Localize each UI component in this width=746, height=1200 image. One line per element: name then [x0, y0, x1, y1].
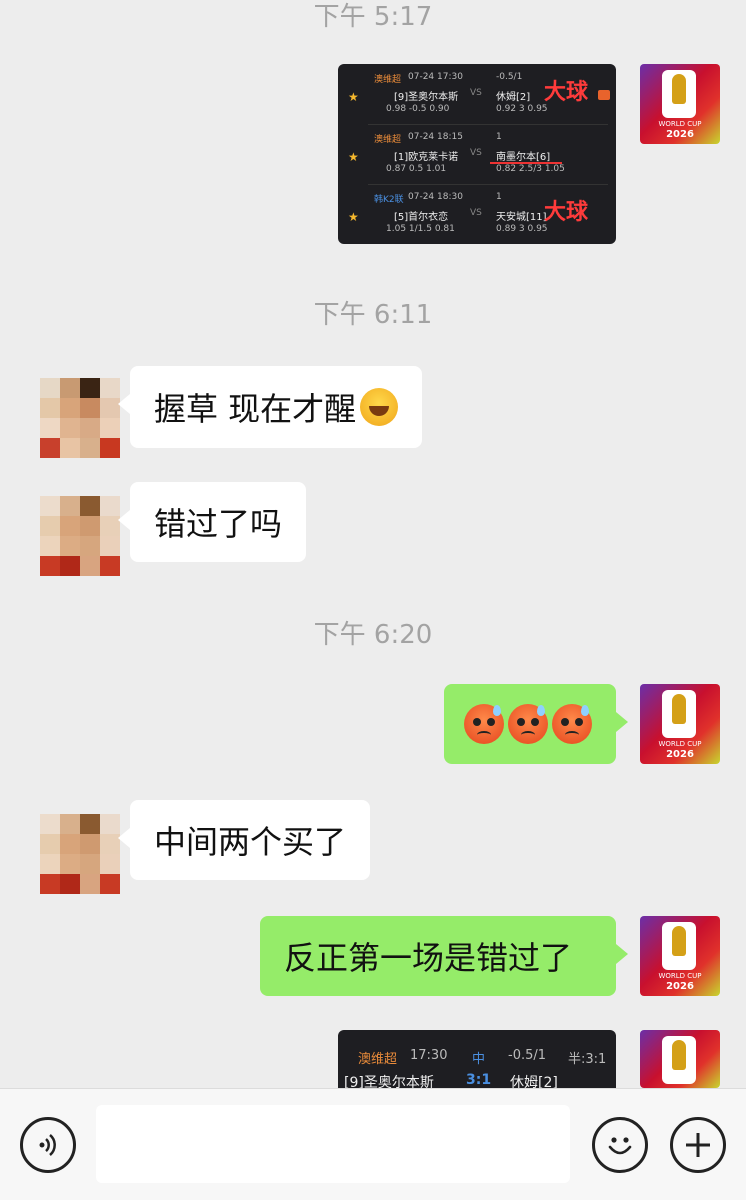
- message-bubble[interactable]: 反正第一场是错过了: [260, 916, 628, 996]
- my-avatar[interactable]: FIFA WORLD CUP 2026: [640, 64, 720, 144]
- odds-home: 1.05 1/1.5 0.81: [386, 224, 455, 234]
- sweat-emoji-icon: [508, 704, 548, 744]
- star-icon: ★: [348, 210, 359, 224]
- league-label: 韩K2联: [374, 195, 404, 205]
- my-avatar[interactable]: FIFA: [640, 1030, 720, 1088]
- league-label: 澳维超: [374, 75, 402, 85]
- voice-icon: [39, 1134, 56, 1156]
- league-label: 澳维超: [374, 135, 402, 145]
- away-team: 南墨尔本[6]: [496, 152, 551, 163]
- message-bubble[interactable]: 握草 现在才醒: [117, 366, 423, 448]
- match-score: 3:1: [466, 1072, 492, 1088]
- trophy-icon: [672, 74, 686, 104]
- over-mark: 大球: [544, 80, 589, 105]
- match-time: 17:30: [410, 1048, 448, 1063]
- timestamp: 下午 6:20: [313, 620, 433, 650]
- contact-avatar[interactable]: [40, 378, 120, 458]
- my-avatar[interactable]: FIFA WORLD CUP 2026: [640, 684, 720, 764]
- away-team: 休姆[2]: [496, 92, 531, 103]
- odds-away: 0.89 3 0.95: [496, 224, 548, 234]
- trophy-icon: [672, 926, 686, 956]
- message-text: 中间两个买了: [154, 823, 347, 861]
- vs-label: VS: [470, 208, 482, 218]
- avatar-brand: FIFA: [670, 108, 690, 117]
- match-time: 07-24 18:30: [408, 192, 463, 202]
- more-button[interactable]: [670, 1117, 726, 1173]
- odds-screenshot-card[interactable]: ★ 澳维超 07-24 17:30 [9]圣奥尔本斯 VS -0.5/1 休姆[…: [338, 64, 616, 244]
- avatar-brand: FIFA: [670, 960, 690, 969]
- message-bubble[interactable]: [444, 684, 628, 764]
- away-team: 天安城[11]: [496, 212, 547, 223]
- timestamp: 下午 6:11: [313, 300, 433, 330]
- avatar-year: 2026: [666, 749, 694, 760]
- league-label: 澳维超: [358, 1052, 398, 1067]
- divider: [368, 184, 608, 185]
- home-team: [1]欧克莱卡诺: [394, 152, 459, 163]
- plus-icon: [686, 1133, 710, 1157]
- contact-avatar[interactable]: [40, 496, 120, 576]
- vs-label: VS: [470, 88, 482, 98]
- message-bubble[interactable]: 错过了吗: [117, 482, 307, 562]
- laughing-crying-emoji-icon: [360, 388, 399, 426]
- avatar-caption: WORLD CUP: [658, 120, 702, 128]
- avatar-caption: WORLD CUP: [658, 972, 702, 980]
- vs-label: VS: [470, 148, 482, 158]
- timestamp: 下午 5:17: [313, 2, 433, 32]
- match-status: 中: [472, 1052, 486, 1067]
- input-bar: [0, 1088, 746, 1200]
- star-icon: ★: [348, 150, 359, 164]
- odds-home: 0.98 -0.5 0.90: [386, 104, 450, 114]
- match-row: ★ 澳维超 07-24 18:15 [1]欧克莱卡诺 VS 1 南墨尔本[6] …: [338, 126, 616, 184]
- trophy-icon: [672, 1040, 686, 1070]
- odds-home: 0.87 0.5 1.01: [386, 164, 447, 174]
- message-text: 反正第一场是错过了: [284, 939, 573, 977]
- contact-avatar[interactable]: [40, 814, 120, 894]
- tag-icon: [598, 90, 610, 100]
- odds-away: 0.92 3 0.95: [496, 104, 548, 114]
- my-avatar[interactable]: FIFA WORLD CUP 2026: [640, 916, 720, 996]
- trophy-icon: [672, 694, 686, 724]
- match-time: 07-24 18:15: [408, 132, 463, 142]
- half-score: 半:3:1: [568, 1052, 607, 1067]
- divider: [368, 124, 608, 125]
- smiley-icon: [608, 1137, 632, 1155]
- handicap-line: 1: [496, 132, 502, 142]
- match-row: ★ 澳维超 07-24 17:30 [9]圣奥尔本斯 VS -0.5/1 休姆[…: [338, 66, 616, 124]
- message-text: 错过了吗: [154, 505, 283, 543]
- sweat-emoji-icon: [552, 704, 592, 744]
- sweat-emoji-icon: [464, 704, 504, 744]
- handicap-line: -0.5/1: [496, 72, 523, 82]
- avatar-year: 2026: [666, 129, 694, 140]
- odds-away: 0.82 2.5/3 1.05: [496, 164, 565, 174]
- home-team: [9]圣奥尔本斯: [394, 92, 459, 103]
- avatar-year: 2026: [666, 981, 694, 992]
- match-row: ★ 韩K2联 07-24 18:30 [5]首尔衣恋 VS 1 天安城[11] …: [338, 186, 616, 244]
- avatar-brand: FIFA: [670, 728, 690, 737]
- score-screenshot-card[interactable]: 澳维超 17:30 中 -0.5/1 半:3:1 [9]圣奥尔本斯 3:1 休姆…: [338, 1030, 616, 1090]
- emoji-button[interactable]: [592, 1117, 648, 1173]
- star-icon: ★: [348, 90, 359, 104]
- handicap-line: 1: [496, 192, 502, 202]
- message-text: 握草 现在才醒: [154, 390, 357, 428]
- over-mark: 大球: [544, 200, 589, 225]
- message-bubble[interactable]: 中间两个买了: [117, 800, 371, 880]
- match-time: 07-24 17:30: [408, 72, 463, 82]
- avatar-caption: WORLD CUP: [658, 740, 702, 748]
- voice-input-button[interactable]: [20, 1117, 76, 1173]
- message-input[interactable]: [96, 1105, 570, 1183]
- avatar-brand: FIFA: [670, 1074, 690, 1083]
- handicap-line: -0.5/1: [508, 1048, 547, 1063]
- home-team: [5]首尔衣恋: [394, 212, 449, 223]
